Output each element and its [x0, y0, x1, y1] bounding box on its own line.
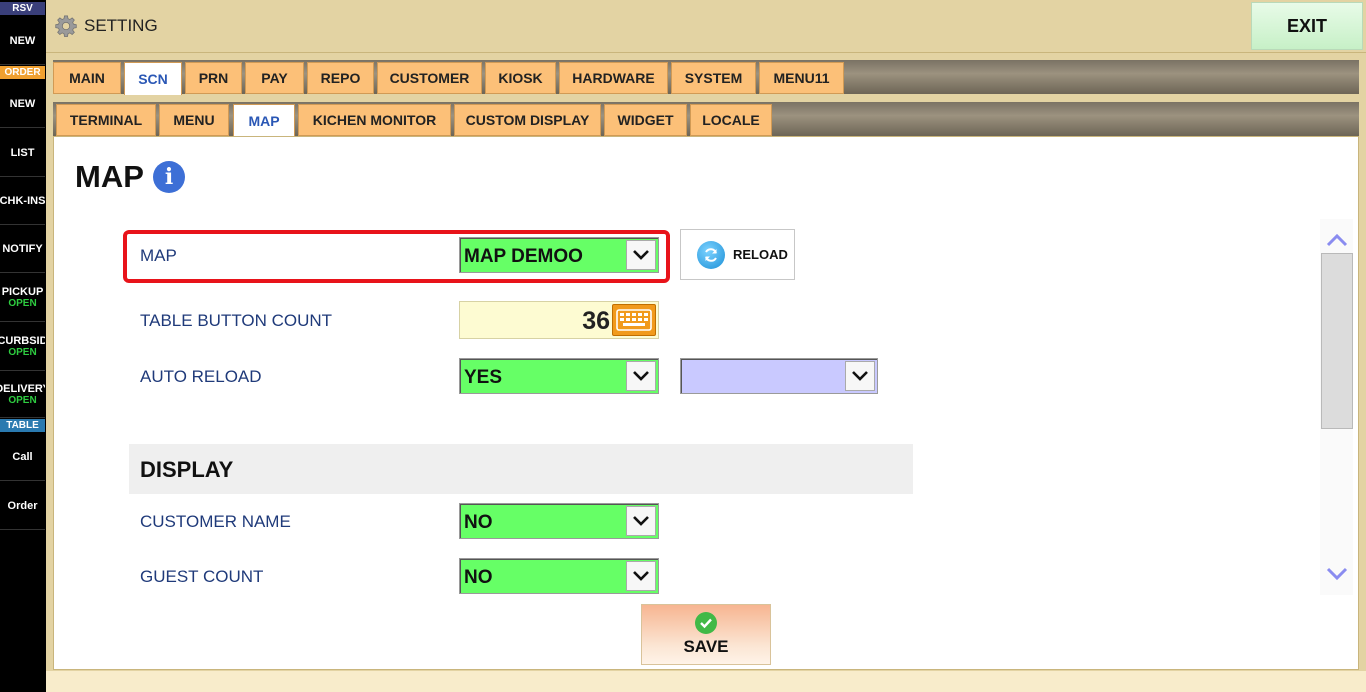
sidebar-header-table: TABLE: [0, 419, 45, 432]
sidebar-item-label: NEW: [9, 34, 36, 47]
tab-system[interactable]: SYSTEM: [671, 62, 756, 94]
map-label: MAP: [140, 246, 177, 265]
customer-name-value: NO: [464, 512, 493, 533]
tab-locale[interactable]: LOCALE: [690, 104, 772, 136]
customer-name-select[interactable]: NO: [459, 503, 659, 539]
auto-reload-value: YES: [464, 367, 503, 388]
table-button-count-field[interactable]: 36: [459, 301, 659, 339]
chevron-down-icon[interactable]: [845, 361, 875, 391]
tab-pay[interactable]: PAY: [245, 62, 304, 94]
sidebar-item-label: CURBSID: [0, 335, 45, 347]
sidebar-item-status: OPEN: [8, 395, 37, 406]
sidebar-item-label: DELIVERY: [0, 383, 45, 395]
app-title: SETTING: [84, 16, 158, 35]
checkmark-icon: [695, 612, 717, 634]
tab-customer[interactable]: CUSTOMER: [377, 62, 482, 94]
tab-map[interactable]: MAP: [233, 104, 295, 137]
sidebar-item-label: NOTIFY: [2, 243, 43, 255]
sidebar-item-label: Order: [7, 499, 38, 512]
table-button-count-label: TABLE BUTTON COUNT: [140, 311, 333, 330]
auto-reload-interval-select[interactable]: [680, 358, 878, 394]
page-title: MAP: [75, 159, 144, 194]
tab-widget[interactable]: WIDGET: [604, 104, 687, 136]
sidebar-item-label: CHK-INS: [0, 195, 45, 207]
tab-menu11[interactable]: MENU11: [759, 62, 844, 94]
sidebar-item-status: OPEN: [8, 298, 37, 309]
auto-reload-label: AUTO RELOAD: [140, 367, 262, 386]
table-button-count-value: 36: [582, 307, 610, 335]
sidebar-item-delivery[interactable]: DELIVERYOPEN: [0, 372, 45, 418]
map-select[interactable]: MAP DEMOO: [459, 237, 659, 273]
left-sidebar: RSV NEW ORDER NEW LIST CHK-INS NOTIFY PI…: [0, 0, 46, 692]
sidebar-item-notify[interactable]: NOTIFY: [0, 226, 45, 273]
scroll-down-icon[interactable]: [1324, 563, 1350, 585]
sidebar-item-label: NEW: [9, 97, 36, 110]
settings-panel: MAP i MAP MAP DEMOO RELOAD TABLE BUTTON …: [53, 136, 1359, 670]
scrollbar-thumb[interactable]: [1321, 253, 1353, 429]
sidebar-item-order-new[interactable]: NEW: [0, 80, 45, 128]
chevron-down-icon[interactable]: [626, 561, 656, 591]
bottom-status-strip: [46, 671, 1366, 692]
guest-count-select[interactable]: NO: [459, 558, 659, 594]
info-icon[interactable]: i: [153, 161, 185, 193]
display-section-title: DISPLAY: [140, 457, 234, 482]
top-bar: SETTING EXIT: [46, 0, 1366, 53]
display-section-header: DISPLAY: [129, 444, 913, 494]
guest-count-label: GUEST COUNT: [140, 567, 264, 586]
tab-hardware[interactable]: HARDWARE: [559, 62, 668, 94]
sidebar-item-chk-ins[interactable]: CHK-INS: [0, 178, 45, 225]
sidebar-item-label: Call: [12, 450, 33, 463]
tab-custom-display[interactable]: CUSTOM DISPLAY: [454, 104, 601, 136]
sidebar-item-list[interactable]: LIST: [0, 129, 45, 177]
save-button[interactable]: SAVE: [641, 604, 771, 665]
sidebar-item-label: LIST: [10, 146, 35, 159]
sidebar-item-order[interactable]: Order: [0, 482, 45, 530]
keyboard-icon[interactable]: [612, 304, 656, 336]
tab-terminal[interactable]: TERMINAL: [56, 104, 156, 136]
tab-scn[interactable]: SCN: [124, 62, 182, 95]
tab-kiosk[interactable]: KIOSK: [485, 62, 556, 94]
reload-button[interactable]: RELOAD: [680, 229, 795, 280]
sidebar-item-call[interactable]: Call: [0, 433, 45, 481]
reload-label: RELOAD: [733, 247, 788, 262]
exit-button[interactable]: EXIT: [1251, 2, 1363, 50]
chevron-down-icon[interactable]: [626, 240, 656, 270]
save-label: SAVE: [683, 637, 729, 656]
sub-tab-bar: TERMINAL MENU MAP KICHEN MONITOR CUSTOM …: [53, 102, 1359, 137]
sidebar-item-curbside[interactable]: CURBSIDOPEN: [0, 323, 45, 371]
tab-repo[interactable]: REPO: [307, 62, 374, 94]
sidebar-item-rsv-new[interactable]: NEW: [0, 17, 45, 65]
customer-name-label: CUSTOMER NAME: [140, 512, 291, 531]
chevron-down-icon[interactable]: [626, 506, 656, 536]
tab-kichen-monitor[interactable]: KICHEN MONITOR: [298, 104, 451, 136]
scroll-up-icon[interactable]: [1324, 229, 1350, 251]
tab-main[interactable]: MAIN: [53, 62, 121, 94]
guest-count-value: NO: [464, 567, 493, 588]
tab-prn[interactable]: PRN: [185, 62, 242, 94]
refresh-icon: [697, 240, 725, 269]
sidebar-item-status: OPEN: [8, 347, 37, 358]
chevron-down-icon[interactable]: [626, 361, 656, 391]
map-select-value: MAP DEMOO: [464, 246, 583, 267]
gear-icon: [55, 15, 77, 37]
sidebar-item-label: PICKUP: [1, 286, 44, 298]
auto-reload-select[interactable]: YES: [459, 358, 659, 394]
sidebar-item-pickup[interactable]: PICKUP OPEN: [0, 274, 45, 322]
main-tab-bar: MAIN SCN PRN PAY REPO CUSTOMER KIOSK HAR…: [53, 60, 1359, 95]
tab-menu[interactable]: MENU: [159, 104, 229, 136]
sidebar-header-order: ORDER: [0, 66, 45, 79]
sidebar-header-rsv: RSV: [0, 2, 45, 15]
